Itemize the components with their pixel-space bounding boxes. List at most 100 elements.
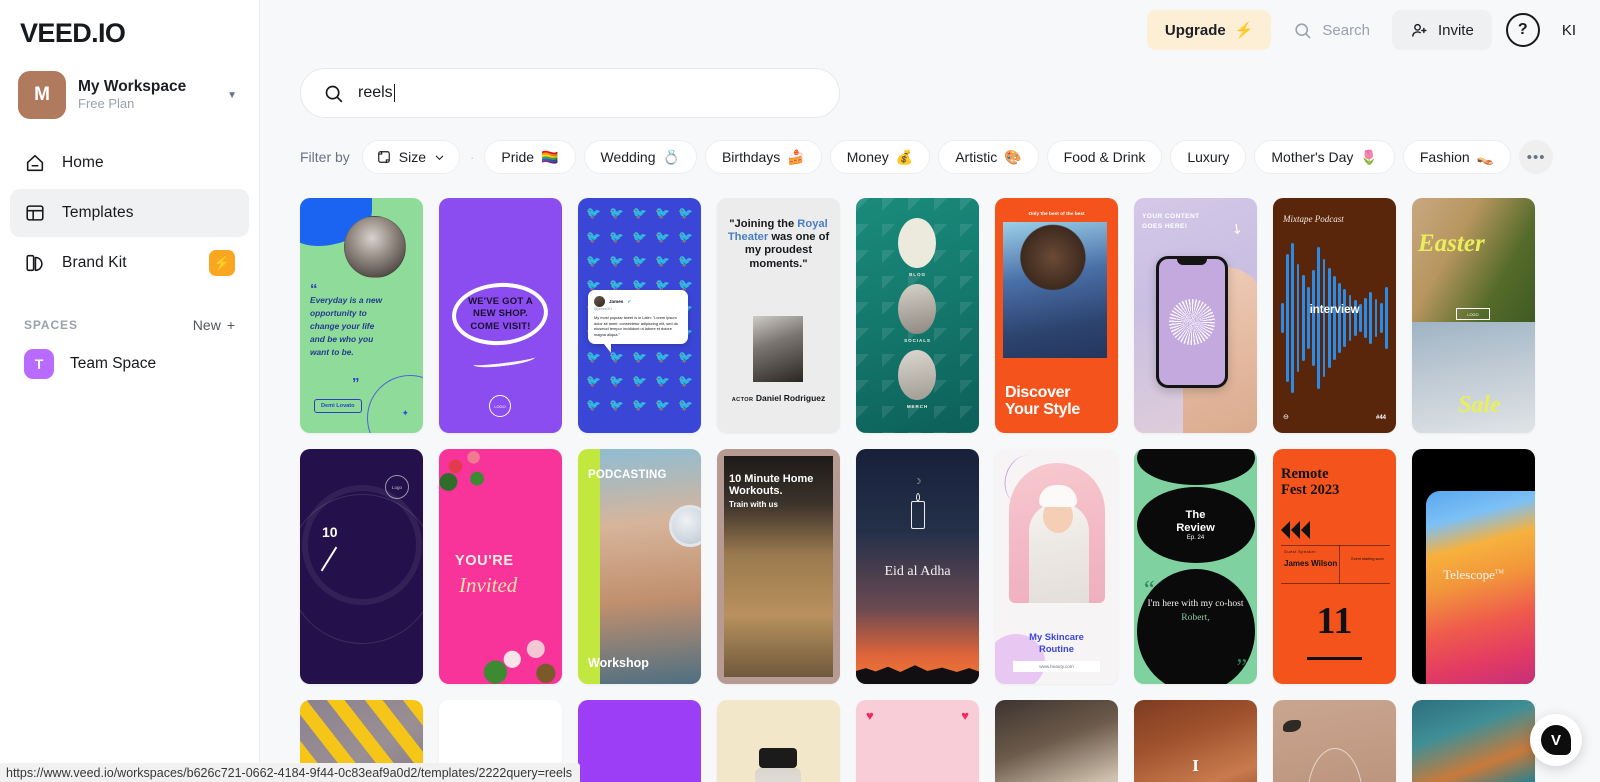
quote-close-mark: ” [352, 375, 360, 392]
template-card-pink-hearts-partial[interactable]: ♥ ♥ [856, 700, 979, 782]
template-card-link-in-bio-teal[interactable]: BLOG SOCIALS MERCH [856, 198, 979, 433]
sidebar-item-team-space[interactable]: T Team Space [10, 341, 249, 387]
podcasting-heading: PODCASTING [588, 469, 667, 481]
chevron-down-icon[interactable]: ▼ [227, 90, 241, 101]
style-kicker: Only the best of the best [1028, 212, 1085, 217]
template-card-kitchen-hands-partial[interactable] [995, 700, 1118, 782]
sidebar-item-home[interactable]: Home [10, 139, 249, 187]
money-bag-emoji: 💰 [895, 148, 914, 165]
workspace-text: My Workspace Free Plan [78, 77, 215, 113]
style-title-line-2: Your Style [1005, 401, 1080, 419]
black-ellipse-top [1136, 449, 1255, 485]
shop-headline: WE'VE GOT A NEW SHOP. COME VISIT! [439, 296, 562, 333]
podcast-word: interview [1309, 304, 1360, 316]
search-input[interactable]: reels [300, 68, 840, 118]
template-card-remote-fest-2023[interactable]: Remote Fest 2023 Guest Speaker: James Wi… [1273, 449, 1396, 684]
filter-chip-birthdays[interactable]: Birthdays 🍰 [704, 140, 822, 174]
sale-word: Sale [1458, 392, 1501, 418]
podcaster-photo [600, 449, 701, 684]
template-card-purple-blank-partial[interactable] [578, 700, 701, 782]
template-card-the-review-podcast[interactable]: The Review Ep. 24 “ I'm here with my co-… [1134, 449, 1257, 684]
arch-backdrop [1009, 463, 1105, 603]
new-space-button[interactable]: New + [193, 317, 235, 333]
verified-badge-icon: ✔ [627, 298, 632, 304]
template-card-home-workouts[interactable]: 10 Minute Home Workouts. Train with us [717, 449, 840, 684]
quote-text: Everyday is a new opportunity to change … [310, 295, 383, 358]
sidebar-item-templates[interactable]: Templates [10, 189, 249, 237]
telescope-label: Telescope [1443, 567, 1495, 582]
fest-title: Remote Fest 2023 [1281, 466, 1390, 498]
workspace-name: My Workspace [78, 77, 187, 95]
shop-line-3: COME VISIT! [470, 320, 531, 332]
fashion-photo [1003, 222, 1107, 358]
crescent-moon-icon: ☽ [914, 477, 922, 486]
filter-chip-money[interactable]: Money 💰 [829, 140, 931, 174]
bottle-graphic [755, 768, 801, 782]
skincare-title: My Skincare Routine [995, 631, 1118, 654]
bio-thumb-merch [898, 350, 936, 400]
filter-chip-mothers-day-label: Mother's Day [1271, 149, 1354, 165]
template-card-coral-reef-partial[interactable] [1412, 700, 1535, 782]
filter-chip-wedding[interactable]: Wedding 💍 [583, 140, 697, 174]
template-card-eid-al-adha[interactable]: ☽ Eid al Adha [856, 449, 979, 684]
bolt-icon[interactable]: ⚡ [209, 250, 235, 276]
filter-chip-fashion[interactable]: Fashion 👡 [1402, 140, 1512, 174]
template-card-my-skincare-routine[interactable]: My Skincare Routine www.beauty.com [995, 449, 1118, 684]
eid-title: Eid al Adha [884, 564, 951, 579]
template-card-easter-sale[interactable]: Easter LOGO Sale [1412, 198, 1535, 433]
add-person-icon [1410, 21, 1429, 40]
template-card-quote-demi-lovato[interactable]: “ Everyday is a new opportunity to chang… [300, 198, 423, 433]
tweet-handle: @james001 [594, 307, 613, 311]
phone-screen [1159, 259, 1225, 385]
filter-size-label: Size [398, 149, 427, 165]
filter-chip-luxury[interactable]: Luxury [1170, 140, 1247, 174]
template-card-mixtape-podcast[interactable]: Mixtape Podcast interview ⊖ #44 [1273, 198, 1396, 433]
workspace-switcher[interactable]: M My Workspace Free Plan ▼ [10, 65, 249, 125]
filter-chip-food-drink-label: Food & Drink [1063, 149, 1146, 165]
template-card-easter-portrait-partial[interactable]: I [1134, 700, 1257, 782]
more-filters-button[interactable]: ••• [1519, 140, 1554, 174]
bio-label-blog: BLOG [909, 272, 926, 277]
heart-icon-left: ♥ [866, 708, 874, 723]
search-icon [323, 83, 344, 104]
template-card-new-shop-announcement[interactable]: WE'VE GOT A NEW SHOP. COME VISIT! LOGO [439, 198, 562, 433]
sidebar-nav: Home Templates Brand Kit ⚡ [10, 139, 249, 287]
shop-line-1: WE'VE GOT A [468, 296, 533, 307]
veed-help-chat-button[interactable]: V [1530, 714, 1582, 766]
template-card-tweet-showcase[interactable]: 🐦 🐦 🐦 🐦 🐦 🐦 🐦 🐦 🐦 🐦 🐦 🐦 🐦 🐦 🐦 🐦 🐦 🐦 🐦 🐦 🐦 🐦 🐦 🐦 🐦 🐦 🐦 🐦 🐦 🐦 🐦 🐦 🐦 🐦… [578, 198, 701, 433]
template-card-arch-silhouette-partial[interactable] [1273, 700, 1396, 782]
template-card-youre-invited-floral[interactable]: YOU'RE Invited [439, 449, 562, 684]
curved-arrow-icon: ↘ [1228, 218, 1247, 239]
countdown-number: 10 [322, 524, 338, 540]
avatar[interactable]: KI [1554, 22, 1584, 39]
skincare-title-line-2: Routine [1039, 642, 1074, 654]
sidebar-item-brandkit[interactable]: Brand Kit ⚡ [10, 239, 249, 287]
filter-chip-money-label: Money [846, 149, 889, 165]
phone-notch [1177, 259, 1207, 265]
tulip-emoji: 🌷 [1360, 148, 1378, 165]
template-card-telescope-device[interactable]: TelescopeTM [1412, 449, 1535, 684]
filter-chip-mothers-day[interactable]: Mother's Day 🌷 [1254, 140, 1395, 174]
rewind-triangles-icon [1281, 521, 1310, 539]
filter-size-dropdown[interactable]: Size [361, 140, 461, 174]
invite-button[interactable]: Invite [1391, 10, 1492, 50]
filter-chip-pride[interactable]: Pride 🏳️‍🌈 [484, 140, 576, 174]
cake-emoji: 🍰 [787, 148, 805, 165]
filter-chip-wedding-label: Wedding [600, 149, 656, 165]
topbar-search-button[interactable]: Search [1279, 10, 1384, 50]
template-card-discover-your-style[interactable]: Only the best of the best Discover Your … [995, 198, 1118, 433]
template-card-podcasting-workshop[interactable]: PODCASTING Workshop [578, 449, 701, 684]
episode-number: #44 [1375, 415, 1386, 421]
filter-chip-food-drink[interactable]: Food & Drink [1046, 140, 1163, 174]
template-card-phone-mockup-content[interactable]: YOUR CONTENT GOES HERE! ↘ [1134, 198, 1257, 433]
filter-separator: · [470, 149, 475, 165]
upgrade-button[interactable]: Upgrade ⚡ [1146, 10, 1272, 50]
template-card-cream-bottle-partial[interactable] [717, 700, 840, 782]
filter-chip-artistic[interactable]: Artistic 🎨 [938, 140, 1039, 174]
filter-chip-luxury-label: Luxury [1187, 149, 1230, 165]
help-icon[interactable]: ? [1505, 13, 1540, 47]
floral-top-graphic [439, 449, 503, 501]
template-card-royal-theater-testimonial[interactable]: "Joining the Royal Theater was one of my… [717, 198, 840, 433]
template-card-countdown-dark[interactable]: Logo 10 [300, 449, 423, 684]
platform-icons: ⊖ [1283, 414, 1291, 421]
